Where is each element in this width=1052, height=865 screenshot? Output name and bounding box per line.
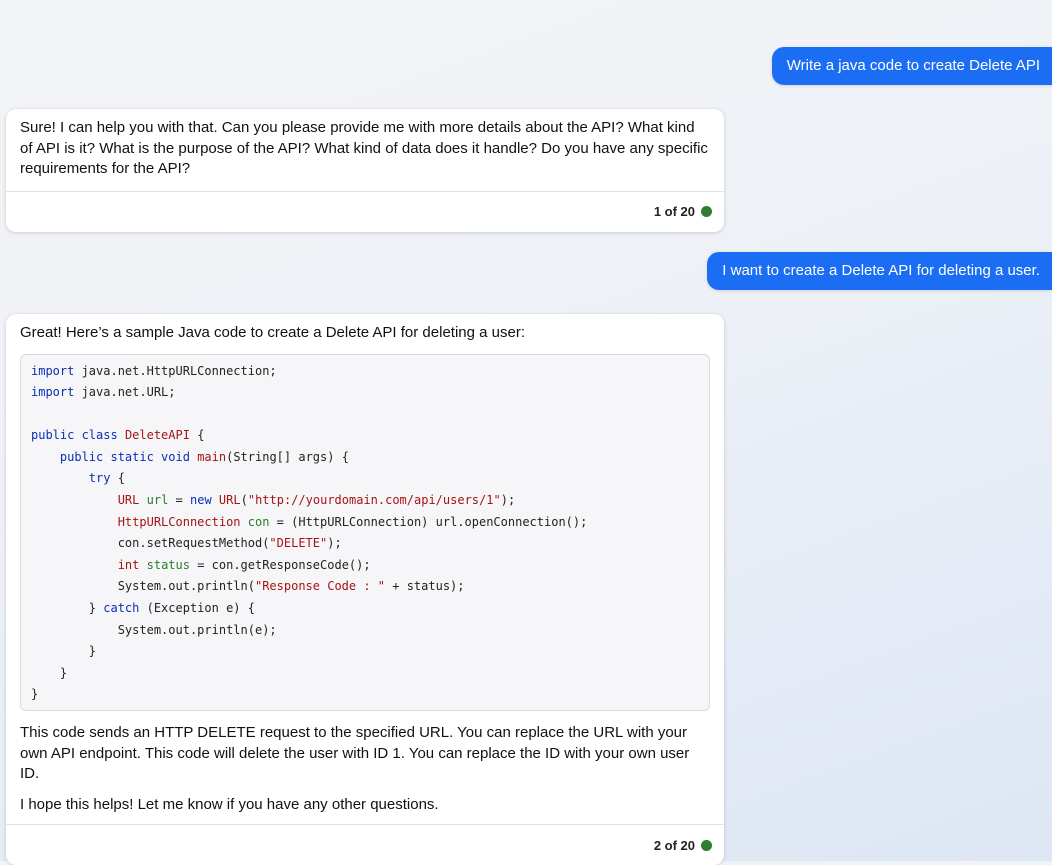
code-line: } [31, 644, 97, 659]
code-line: } [31, 665, 68, 680]
user-message-2-text: I want to create a Delete API for deleti… [722, 262, 1040, 279]
code-line: } catch (Exception e) { [31, 601, 255, 616]
status-dot-icon [701, 206, 712, 217]
user-message-1-text: Write a java code to create Delete API [786, 57, 1040, 74]
bot-message-1: Sure! I can help you with that. Can you … [6, 109, 724, 232]
status-dot-icon [701, 839, 712, 851]
code-line: import java.net.HttpURLConnection; [31, 363, 277, 378]
response-counter: 1 of 20 [653, 204, 695, 219]
code-line: URL url = new URL("http://yourdomain.com… [117, 493, 516, 508]
bot-message-1-text: Sure! I can help you with that. Can you … [20, 119, 708, 177]
code-line: try { [88, 471, 125, 486]
code-line: import java.net.URL; [31, 385, 176, 400]
user-message-2: I want to create a Delete API for deleti… [707, 252, 1052, 290]
code-line: System.out.println(e); [31, 622, 277, 637]
bot-message-2-intro: Great! Here’s a sample Java code to crea… [20, 324, 525, 341]
code-block[interactable]: import java.net.HttpURLConnection; impor… [20, 353, 710, 711]
code-line: con.setRequestMethod("DELETE"); [31, 536, 342, 551]
user-message-1: Write a java code to create Delete API [771, 47, 1052, 85]
bot-message-2-closing: I hope this helps! Let me know if you ha… [20, 795, 439, 813]
code-line: public class DeleteAPI { [31, 428, 205, 443]
code-line: public static void main(String[] args) { [59, 449, 349, 464]
code-line: int status = con.getResponseCode(); [117, 557, 371, 572]
bot-message-2-explanation: This code sends an HTTP DELETE request t… [20, 724, 690, 782]
bot-message-2: Great! Here’s a sample Java code to crea… [6, 314, 724, 865]
code-line: HttpURLConnection con = (HttpURLConnecti… [117, 514, 588, 529]
code-line: } [31, 687, 39, 702]
bot-message-2-footer: 2 of 20 [6, 824, 724, 865]
code-line: System.out.println("Response Code : " + … [31, 579, 465, 594]
response-counter: 2 of 20 [653, 837, 695, 853]
bot-message-1-footer: 1 of 20 [6, 190, 724, 232]
